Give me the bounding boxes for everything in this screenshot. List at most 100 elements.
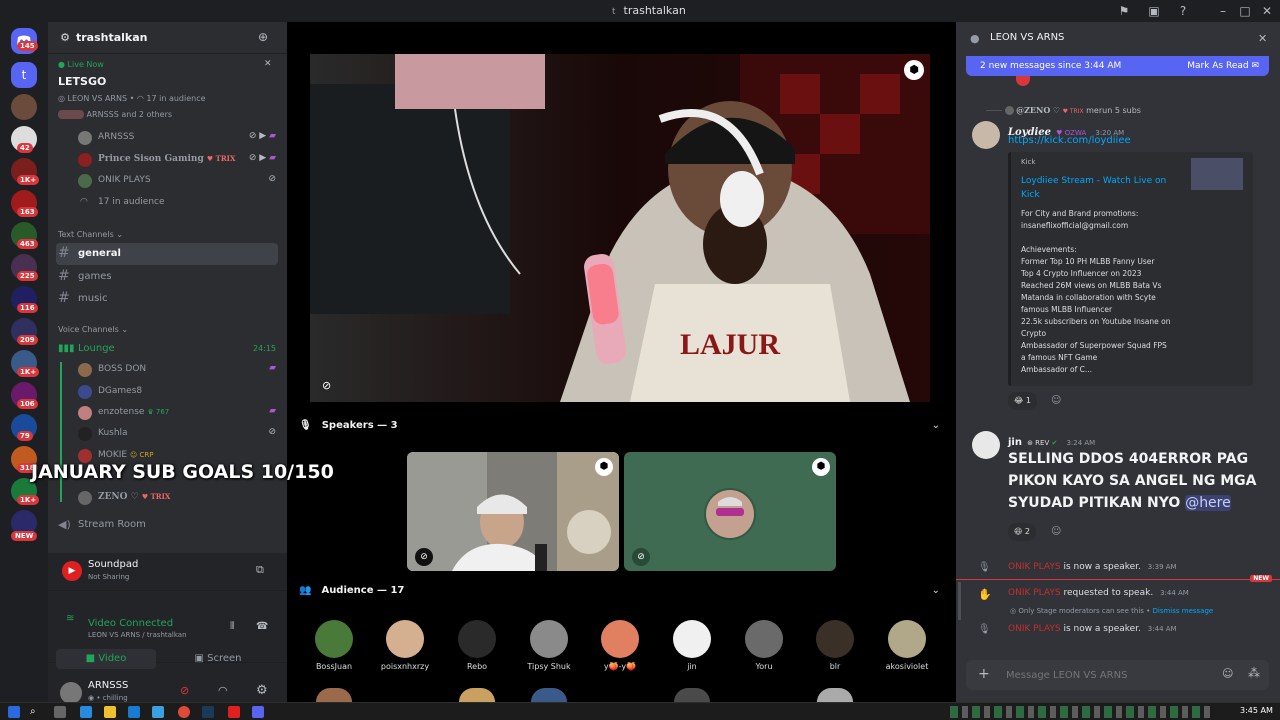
start-icon[interactable] <box>8 706 20 718</box>
server-badge: 463 <box>17 239 38 249</box>
message-link[interactable]: https://kick.com/loydiiee <box>1008 135 1131 146</box>
audience-member[interactable]: Yoru <box>729 620 799 671</box>
reply-reference[interactable]: @ZENO ♡ ♥ TRIX merun 5 subs <box>986 105 1141 115</box>
avatar[interactable] <box>817 688 853 702</box>
system-message: ONIK PLAYS is now a speaker. 3:39 AM <box>1008 562 1177 572</box>
dismiss-message-link[interactable]: Dismiss message <box>1153 607 1214 615</box>
add-reaction-icon[interactable]: ☺ <box>1051 526 1061 537</box>
audience-member[interactable]: akosiviolet <box>872 620 942 671</box>
audience-member[interactable]: BossJuan <box>299 620 369 671</box>
audience-member[interactable]: Rebo <box>442 620 512 671</box>
voice-channels-category[interactable]: Voice Channels ⌄ <box>58 325 128 334</box>
chrome-icon[interactable] <box>178 706 190 718</box>
highlight-bar <box>958 582 961 620</box>
embed-description: For City and Brand promotions: insaneflix… <box>1021 209 1171 374</box>
youtube-icon[interactable] <box>228 706 240 718</box>
system-tray-icons[interactable] <box>950 706 1210 718</box>
task-view-icon[interactable] <box>54 706 66 718</box>
audience-header[interactable]: 👥 Audience — 17 <box>299 585 404 596</box>
avatar[interactable] <box>972 431 1000 459</box>
headphones-icon[interactable]: ◠ <box>218 684 228 697</box>
voice-member[interactable]: ZENO ♡ ♥ TRIX <box>76 488 282 508</box>
voice-member[interactable]: DGames8 <box>76 382 282 402</box>
reaction[interactable]: 😂 1 <box>1008 392 1037 410</box>
channel-music[interactable]: # music <box>56 288 278 310</box>
close-window-icon[interactable]: ✕ <box>1258 2 1276 20</box>
noise-suppression-icon[interactable]: ⦀ <box>230 621 234 632</box>
app-icon[interactable] <box>128 706 140 718</box>
add-member-icon[interactable]: ⊕ <box>258 30 268 44</box>
channel-general[interactable]: # general <box>56 243 278 265</box>
speaker-tile[interactable]: ⬢ ⊘ <box>624 452 836 571</box>
reaction[interactable]: 😆 2 <box>1008 523 1036 541</box>
voice-member[interactable]: BOSS DON ▰ <box>76 360 282 380</box>
audience-member[interactable]: Tipsy Shuk <box>514 620 584 671</box>
add-reaction-icon[interactable]: ☺ <box>1051 395 1061 406</box>
signal-icon[interactable]: ≋ <box>66 613 74 624</box>
stage-moderator-icon[interactable]: ⬢ <box>904 60 924 80</box>
embed-title[interactable]: Loydiiee Stream - Watch Live on Kick <box>1021 174 1181 202</box>
discord-icon[interactable] <box>252 706 264 718</box>
voice-member[interactable]: Kushla ⊘ <box>76 424 282 444</box>
mark-as-read-button[interactable]: Mark As Read ✉ <box>1187 61 1259 71</box>
text-channels-category[interactable]: Text Channels ⌄ <box>58 230 123 239</box>
emoji-icon[interactable]: ☺ <box>1222 667 1233 680</box>
close-chat-icon[interactable]: ✕ <box>1258 32 1267 45</box>
minimize-icon[interactable]: – <box>1214 2 1232 20</box>
speakers-header[interactable]: 🎙 Speakers — 3 <box>299 420 398 431</box>
disconnect-icon[interactable]: ☎ <box>256 621 268 632</box>
avatar[interactable] <box>531 688 567 702</box>
clock[interactable]: 3:45 AM <box>1240 706 1273 715</box>
settings-icon[interactable]: ⚙ <box>256 683 268 698</box>
mention[interactable]: @here <box>1185 495 1231 511</box>
stage-member[interactable]: Prince Sison Gaming ♥ TRIX ⊘ ▶ ▰ <box>76 150 282 170</box>
message-input[interactable] <box>1006 666 1206 684</box>
share-activity-icon[interactable]: ⧉ <box>256 563 264 577</box>
stage-member[interactable]: ARNSSS ⊘ ▶ ▰ <box>76 128 282 148</box>
audience-member[interactable]: blr <box>800 620 870 671</box>
chevron-down-icon[interactable]: ⌄ <box>932 420 940 431</box>
help-icon[interactable]: ? <box>1174 2 1192 20</box>
audience-member[interactable]: poisxnhxrzy <box>370 620 440 671</box>
inbox-icon[interactable]: ⚑ <box>1115 2 1133 20</box>
avatar[interactable] <box>316 688 352 702</box>
avatar[interactable] <box>60 682 82 704</box>
stage-audience-row[interactable]: ◠ 17 in audience <box>76 193 282 213</box>
steam-icon[interactable] <box>202 706 214 718</box>
server-badge: 1K+ <box>17 367 40 377</box>
new-messages-bar[interactable]: 2 new messages since 3:44 AM Mark As Rea… <box>966 56 1269 76</box>
avatar <box>745 620 783 658</box>
avatar <box>816 620 854 658</box>
add-attachment-icon[interactable]: + <box>978 666 990 682</box>
audience-member[interactable]: y🍑-y🍑 <box>585 620 655 671</box>
avatar[interactable] <box>459 688 495 702</box>
main-video-stream[interactable]: LAJUR ⬢ ⊘ <box>310 54 930 402</box>
voice-channel-lounge[interactable]: ▮▮▮ Lounge 24:15 <box>56 338 278 360</box>
video-button[interactable]: ■ Video <box>56 649 156 669</box>
audience-member[interactable]: jin <box>657 620 727 671</box>
channel-games[interactable]: # games <box>56 266 278 288</box>
screen-share-icon[interactable]: ▣ <box>1145 2 1163 20</box>
maximize-icon[interactable]: □ <box>1236 2 1254 20</box>
chevron-down-icon[interactable]: ⌄ <box>932 585 940 596</box>
speaker-tile[interactable]: ⬢ ⊘ <box>407 452 619 571</box>
avatar[interactable] <box>972 121 1000 149</box>
close-icon[interactable]: ✕ <box>264 59 272 69</box>
server-header[interactable]: ⚙ trashtalkan ⌄ ⊕ <box>48 22 287 54</box>
avatar[interactable] <box>674 688 710 702</box>
voice-member[interactable]: enzotense ♛ 767 ▰ <box>76 403 282 423</box>
soundpad-activity[interactable]: ▶ Soundpad Not Sharing ⧉ <box>48 553 287 591</box>
screen-share-button[interactable]: ▣ Screen <box>168 649 268 669</box>
stage-member[interactable]: ONIK PLAYS ⊘ <box>76 171 282 191</box>
mute-mic-icon[interactable]: ⊘ <box>180 684 189 697</box>
stage-channel-stream-room[interactable]: ◀) Stream Room <box>56 514 278 536</box>
app-icon[interactable] <box>80 706 92 718</box>
embed-thumbnail[interactable] <box>1191 158 1243 190</box>
author-name[interactable]: jin <box>1008 437 1022 448</box>
server-trashtalkan[interactable]: t <box>11 62 37 88</box>
app-icon[interactable] <box>152 706 164 718</box>
file-explorer-icon[interactable] <box>104 706 116 718</box>
search-icon[interactable]: ⌕ <box>30 706 42 718</box>
server-icon[interactable] <box>11 94 37 120</box>
apps-icon[interactable]: ⁂ <box>1248 666 1260 680</box>
